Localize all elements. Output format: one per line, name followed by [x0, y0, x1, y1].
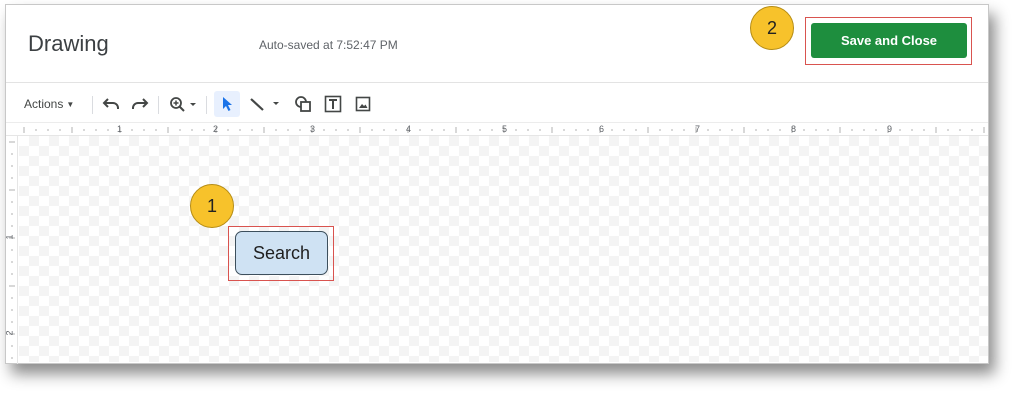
redo-icon[interactable] [129, 87, 151, 121]
drawing-toolbar: Actions ▼ [6, 87, 988, 121]
dialog-title: Drawing [28, 31, 109, 56]
actions-menu[interactable]: Actions ▼ [24, 87, 74, 121]
ruler-number: 3 [310, 124, 316, 134]
text-box-icon[interactable] [322, 87, 344, 121]
step-callout-2: 2 [750, 6, 794, 50]
autosave-status: Auto-saved at 7:52:47 PM [259, 38, 398, 52]
toolbar-divider [158, 96, 159, 114]
search-shape[interactable]: Search [235, 231, 328, 275]
ruler-ticks [23, 127, 985, 133]
horizontal-ruler: 1 2 3 4 5 6 7 8 9 [6, 122, 988, 136]
zoom-icon[interactable] [166, 87, 200, 121]
ruler-number: 1 [4, 234, 15, 240]
drawing-dialog: Drawing Auto-saved at 7:52:47 PM Actions… [5, 4, 989, 364]
ruler-number: 7 [695, 124, 701, 134]
step-callout-1: 1 [190, 184, 234, 228]
ruler-number: 9 [887, 124, 893, 134]
undo-icon[interactable] [100, 87, 122, 121]
image-icon[interactable] [352, 87, 374, 121]
shape-icon[interactable] [292, 87, 314, 121]
actions-menu-label: Actions [24, 97, 64, 111]
drawing-canvas[interactable] [19, 136, 988, 362]
ruler-number: 2 [4, 330, 15, 336]
ruler-number: 1 [117, 124, 123, 134]
ruler-number: 2 [213, 124, 219, 134]
ruler-number: 4 [406, 124, 412, 134]
ruler-number: 6 [599, 124, 605, 134]
ruler-number: 5 [502, 124, 508, 134]
toolbar-divider [206, 96, 207, 114]
line-icon[interactable] [246, 87, 284, 121]
save-and-close-button[interactable]: Save and Close [811, 23, 967, 58]
ruler-number: 8 [791, 124, 797, 134]
toolbar-divider [92, 96, 93, 114]
vertical-ruler: 1 2 [4, 136, 18, 364]
chevron-down-icon: ▼ [66, 99, 75, 109]
select-icon[interactable] [214, 91, 240, 117]
